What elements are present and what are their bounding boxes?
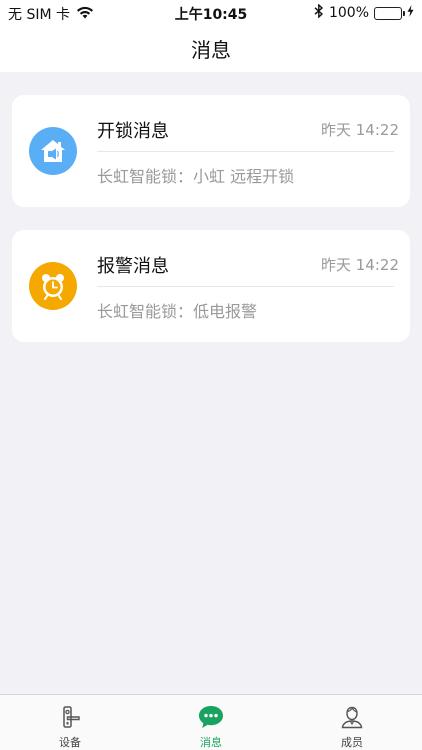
bluetooth-icon — [314, 3, 324, 22]
message-time: 昨天 14:22 — [321, 121, 399, 139]
message-body: 长虹智能锁：低电报警 — [97, 302, 258, 321]
tab-messages[interactable]: 消息 — [141, 695, 281, 750]
message-time: 昨天 14:22 — [321, 256, 399, 274]
tab-label: 消息 — [200, 736, 222, 749]
battery-percent: 100% — [328, 5, 369, 21]
message-title: 报警消息 — [97, 256, 169, 277]
battery-icon — [374, 6, 405, 20]
tab-devices[interactable]: 设备 — [0, 695, 140, 750]
page-title: 消息 — [191, 38, 231, 62]
alarm-clock-icon — [29, 262, 77, 310]
status-bar: 无 SIM 卡 上午10:45 100% — [0, 0, 422, 24]
message-title: 开锁消息 — [97, 121, 169, 142]
tab-label: 设备 — [59, 736, 81, 749]
status-right: 100% — [314, 3, 414, 22]
chat-bubble-icon — [198, 704, 224, 730]
member-icon — [339, 704, 365, 730]
message-card-alarm[interactable]: 报警消息 昨天 14:22 长虹智能锁：低电报警 — [12, 230, 410, 342]
top-bar: 无 SIM 卡 上午10:45 100% 消息 — [0, 0, 422, 72]
tab-label: 成员 — [341, 736, 363, 749]
message-body: 长虹智能锁：小虹 远程开锁 — [97, 167, 295, 186]
door-lock-icon — [57, 704, 83, 730]
charging-icon — [407, 5, 414, 21]
home-lock-icon — [29, 127, 77, 175]
divider — [97, 286, 394, 287]
message-card-unlock[interactable]: 开锁消息 昨天 14:22 长虹智能锁：小虹 远程开锁 — [12, 95, 410, 207]
tab-members[interactable]: 成员 — [282, 695, 422, 750]
divider — [97, 151, 394, 152]
tab-bar: 设备 消息 成员 — [0, 694, 422, 750]
